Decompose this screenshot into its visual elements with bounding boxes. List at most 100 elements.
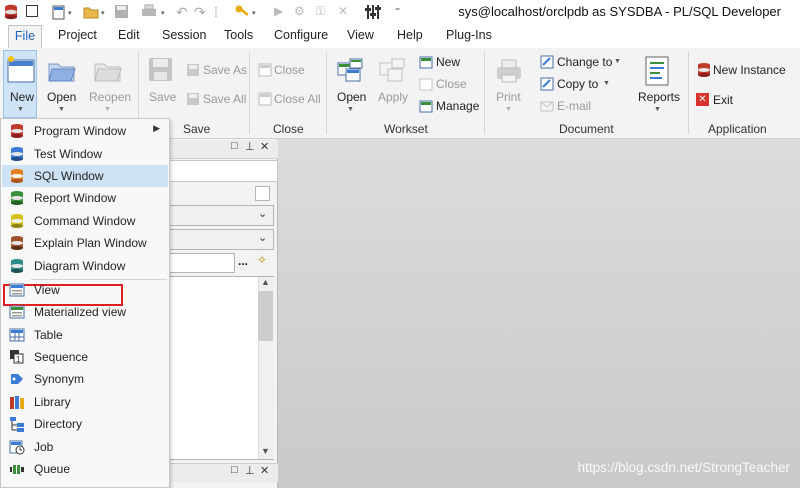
chevron-down-icon: ⌄ (258, 208, 268, 220)
chevron-down-icon: ▼ (603, 80, 610, 87)
menu-item-report-window[interactable]: Report Window (2, 187, 168, 209)
menu-item-label: SQL Window (34, 169, 104, 183)
panel-pin-icon[interactable]: ⊥ (245, 464, 255, 477)
workset-apply-button[interactable] (376, 56, 410, 116)
save-icon[interactable] (114, 3, 130, 21)
panel-checkbox[interactable] (255, 186, 270, 201)
change-to-button[interactable]: Change to (557, 55, 612, 69)
synonym-icon (11, 374, 23, 384)
menu-item-program-window[interactable]: Program Window ▶ (2, 120, 168, 142)
watermark: https://blog.csdn.net/StrongTeacher (577, 460, 790, 475)
workset-close-icon (419, 78, 433, 91)
panel-pin-icon[interactable]: ⊥ (245, 140, 255, 153)
new-file-icon[interactable]: ▾ (50, 3, 78, 21)
mdi-workspace (278, 139, 800, 488)
sliders-icon[interactable] (364, 3, 382, 21)
open-folder-icon[interactable]: ▾ (82, 3, 110, 21)
menu-item-materialized-view[interactable]: Materialized view (2, 301, 168, 323)
chevron-down-icon: ▼ (614, 58, 621, 65)
tab-session[interactable]: Session (162, 28, 206, 42)
email-button[interactable]: E-mail (557, 99, 591, 113)
new-window-icon (7, 56, 35, 83)
job-icon (9, 440, 25, 455)
menu-item-label: Program Window (34, 124, 127, 138)
more-button[interactable]: ... (238, 254, 248, 268)
new-item-icon[interactable]: ✧ (257, 253, 267, 267)
workset-close-button[interactable]: Close (436, 77, 467, 91)
separator-glyph: ⁞ (214, 4, 218, 20)
menu-item-job[interactable]: Job (2, 436, 168, 458)
menu-item-command-window[interactable]: Command Window (2, 210, 168, 232)
menu-item-label: Queue (34, 462, 71, 476)
window-layout-icon[interactable] (26, 5, 38, 17)
tab-help[interactable]: Help (397, 28, 423, 42)
exit-button[interactable]: Exit (713, 93, 733, 107)
menu-item-view[interactable]: View (2, 279, 168, 301)
customize-toolbar-icon[interactable]: ₌ (395, 3, 400, 14)
explain-plan-icon (11, 236, 23, 250)
workset-new-button[interactable]: New (436, 55, 460, 69)
workset-new-icon (419, 56, 433, 69)
menu-item-diagram-window[interactable]: Diagram Window (2, 255, 168, 277)
sql-window-icon (11, 169, 23, 183)
save-as-button[interactable]: Save As (203, 63, 247, 77)
tab-project[interactable]: Project (58, 28, 97, 42)
tab-configure[interactable]: Configure (274, 28, 328, 42)
save-label: Save (149, 90, 177, 104)
save-all-button[interactable]: Save All (203, 92, 246, 106)
print-icon[interactable]: ▾ (140, 3, 172, 21)
scroll-up-icon[interactable]: ▲ (261, 277, 270, 287)
lock-icon[interactable]: ⚿ (316, 4, 325, 19)
scrollbar-thumb[interactable] (258, 291, 273, 341)
svg-text:▾: ▾ (68, 10, 72, 17)
menu-item-test-window[interactable]: Test Window (2, 143, 168, 165)
pin-icon[interactable]: ✕ (338, 4, 348, 18)
panel-restore-icon[interactable]: □ (231, 140, 238, 152)
scroll-down-icon[interactable]: ▼ (261, 446, 270, 456)
undo-icon[interactable]: ↶ (176, 4, 188, 21)
svg-text:1: 1 (16, 355, 21, 364)
save-button[interactable] (146, 56, 178, 116)
new-instance-button[interactable]: New Instance (713, 63, 786, 77)
execute-icon[interactable]: ▶ (274, 4, 283, 18)
sequence-icon: 1 (10, 350, 24, 364)
close-all-button[interactable]: Close All (274, 92, 321, 106)
close-button[interactable]: Close (274, 63, 305, 77)
svg-text:▾: ▾ (101, 10, 105, 17)
redo-icon[interactable]: ↷ (194, 4, 206, 21)
menu-item-sql-window[interactable]: SQL Window (2, 165, 168, 187)
title-bar: ▾ ▾ ▾ ↶ ↷ ⁞ ▾ ▶ ⚙ ⚿ ✕ ₌ sys@localhost/or… (0, 0, 800, 24)
workset-manage-icon (419, 100, 433, 113)
tab-plug-ins[interactable]: Plug-Ins (446, 28, 492, 42)
panel-close-icon[interactable]: ✕ (260, 464, 269, 477)
menu-item-label: Table (34, 328, 63, 342)
print-label: Print (496, 90, 521, 104)
menu-item-library[interactable]: Library (2, 391, 168, 413)
workset-manage-button[interactable]: Manage (436, 99, 479, 113)
table-icon (9, 328, 25, 342)
break-icon[interactable]: ⚙ (294, 4, 305, 18)
menu-item-sequence[interactable]: 1 Sequence (2, 346, 168, 368)
tab-tools[interactable]: Tools (224, 28, 253, 42)
panel-restore-icon[interactable]: □ (231, 464, 238, 476)
menu-item-queue[interactable]: Queue (2, 458, 168, 480)
tab-view[interactable]: View (347, 28, 374, 42)
tab-file[interactable]: File (8, 25, 42, 48)
menu-item-explain-plan-window[interactable]: Explain Plan Window (2, 232, 168, 254)
key-icon[interactable]: ▾ (234, 3, 260, 21)
diagram-window-icon (11, 259, 23, 273)
copy-to-button[interactable]: Copy to (557, 77, 598, 91)
reports-label: Reports (638, 90, 681, 104)
panel-close-icon[interactable]: ✕ (260, 140, 269, 153)
panel-filter-box[interactable] (168, 160, 278, 182)
menu-item-synonym[interactable]: Synonym (2, 368, 168, 390)
app-icon (5, 4, 17, 20)
svg-text:▾: ▾ (161, 10, 165, 17)
close-group-label: Close (273, 122, 304, 136)
menu-item-directory[interactable]: Directory (2, 413, 168, 435)
panel-search-input[interactable] (168, 253, 235, 273)
menu-item-table[interactable]: Table (2, 324, 168, 346)
menu-item-label: Job (34, 440, 54, 454)
save-group-label: Save (183, 122, 211, 136)
tab-edit[interactable]: Edit (118, 28, 140, 42)
